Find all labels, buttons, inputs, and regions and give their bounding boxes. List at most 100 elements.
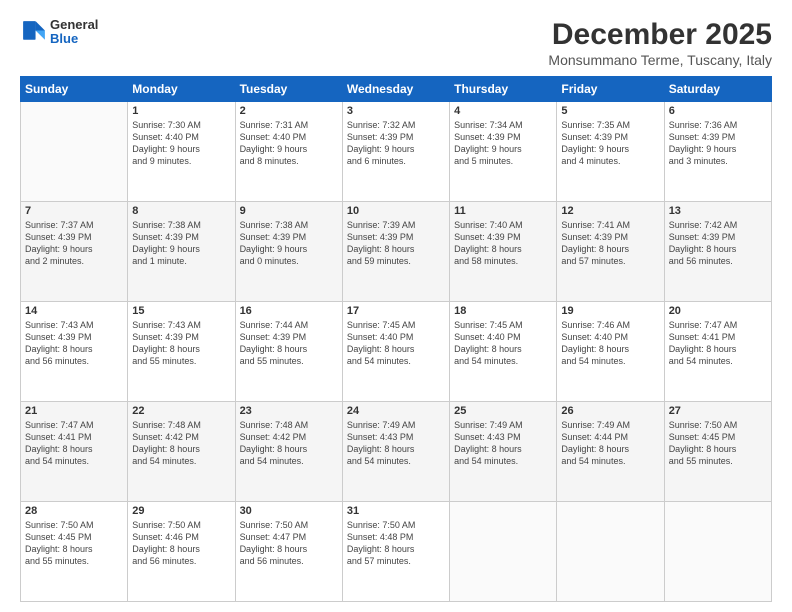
day-info: and 8 minutes.: [240, 155, 338, 167]
day-number: 17: [347, 305, 445, 317]
day-info: Daylight: 8 hours: [454, 243, 552, 255]
day-info: and 54 minutes.: [132, 455, 230, 467]
day-number: 29: [132, 505, 230, 517]
day-info: Daylight: 8 hours: [561, 443, 659, 455]
day-info: and 56 minutes.: [240, 555, 338, 567]
day-info: and 57 minutes.: [561, 255, 659, 267]
day-info: Sunset: 4:39 PM: [454, 131, 552, 143]
calendar-day-cell: 14Sunrise: 7:43 AMSunset: 4:39 PMDayligh…: [21, 302, 128, 402]
day-info: Daylight: 9 hours: [240, 143, 338, 155]
day-number: 6: [669, 105, 767, 117]
calendar-day-header: Tuesday: [235, 77, 342, 102]
day-info: and 59 minutes.: [347, 255, 445, 267]
day-info: Sunset: 4:40 PM: [132, 131, 230, 143]
day-number: 5: [561, 105, 659, 117]
day-info: Sunrise: 7:46 AM: [561, 319, 659, 331]
calendar-day-cell: 17Sunrise: 7:45 AMSunset: 4:40 PMDayligh…: [342, 302, 449, 402]
day-info: and 3 minutes.: [669, 155, 767, 167]
day-info: Daylight: 8 hours: [25, 543, 123, 555]
day-info: Daylight: 8 hours: [25, 343, 123, 355]
day-number: 24: [347, 405, 445, 417]
calendar-week-row: 1Sunrise: 7:30 AMSunset: 4:40 PMDaylight…: [21, 102, 772, 202]
day-info: Sunset: 4:39 PM: [669, 131, 767, 143]
day-number: 12: [561, 205, 659, 217]
day-info: Sunset: 4:47 PM: [240, 531, 338, 543]
day-info: and 9 minutes.: [132, 155, 230, 167]
calendar-day-cell: 8Sunrise: 7:38 AMSunset: 4:39 PMDaylight…: [128, 202, 235, 302]
day-number: 8: [132, 205, 230, 217]
day-info: Daylight: 9 hours: [669, 143, 767, 155]
day-info: Sunrise: 7:47 AM: [25, 419, 123, 431]
day-info: Daylight: 8 hours: [240, 443, 338, 455]
day-info: Daylight: 8 hours: [454, 443, 552, 455]
day-info: Sunrise: 7:32 AM: [347, 119, 445, 131]
calendar-header-row: SundayMondayTuesdayWednesdayThursdayFrid…: [21, 77, 772, 102]
calendar-day-cell: 25Sunrise: 7:49 AMSunset: 4:43 PMDayligh…: [450, 402, 557, 502]
calendar-week-row: 7Sunrise: 7:37 AMSunset: 4:39 PMDaylight…: [21, 202, 772, 302]
day-info: Sunset: 4:40 PM: [240, 131, 338, 143]
day-info: Sunrise: 7:30 AM: [132, 119, 230, 131]
day-info: Sunrise: 7:38 AM: [240, 219, 338, 231]
calendar-day-cell: 22Sunrise: 7:48 AMSunset: 4:42 PMDayligh…: [128, 402, 235, 502]
day-info: Sunset: 4:45 PM: [25, 531, 123, 543]
day-info: Sunrise: 7:50 AM: [240, 519, 338, 531]
day-info: Sunrise: 7:49 AM: [347, 419, 445, 431]
day-info: Sunrise: 7:50 AM: [347, 519, 445, 531]
day-info: Daylight: 9 hours: [561, 143, 659, 155]
calendar-day-cell: [21, 102, 128, 202]
day-info: Sunrise: 7:40 AM: [454, 219, 552, 231]
day-info: Sunrise: 7:35 AM: [561, 119, 659, 131]
day-info: Sunset: 4:44 PM: [561, 431, 659, 443]
day-number: 27: [669, 405, 767, 417]
day-info: and 54 minutes.: [454, 455, 552, 467]
calendar-day-cell: 20Sunrise: 7:47 AMSunset: 4:41 PMDayligh…: [664, 302, 771, 402]
day-info: Daylight: 8 hours: [347, 543, 445, 555]
calendar-week-row: 14Sunrise: 7:43 AMSunset: 4:39 PMDayligh…: [21, 302, 772, 402]
day-info: and 4 minutes.: [561, 155, 659, 167]
calendar-day-cell: [557, 502, 664, 602]
day-info: Daylight: 8 hours: [132, 543, 230, 555]
day-info: Sunset: 4:39 PM: [132, 331, 230, 343]
day-number: 26: [561, 405, 659, 417]
calendar-day-cell: 27Sunrise: 7:50 AMSunset: 4:45 PMDayligh…: [664, 402, 771, 502]
day-info: Sunset: 4:39 PM: [240, 231, 338, 243]
calendar-week-row: 21Sunrise: 7:47 AMSunset: 4:41 PMDayligh…: [21, 402, 772, 502]
day-info: and 55 minutes.: [669, 455, 767, 467]
day-info: Sunrise: 7:37 AM: [25, 219, 123, 231]
day-info: and 54 minutes.: [454, 355, 552, 367]
day-info: and 56 minutes.: [132, 555, 230, 567]
logo-blue: Blue: [50, 32, 98, 46]
location: Monsummano Terme, Tuscany, Italy: [548, 52, 772, 68]
day-info: Sunset: 4:39 PM: [25, 331, 123, 343]
day-info: Daylight: 8 hours: [669, 243, 767, 255]
day-info: Sunset: 4:43 PM: [347, 431, 445, 443]
day-info: Sunset: 4:39 PM: [347, 131, 445, 143]
day-info: Sunrise: 7:47 AM: [669, 319, 767, 331]
calendar-day-cell: 11Sunrise: 7:40 AMSunset: 4:39 PMDayligh…: [450, 202, 557, 302]
day-number: 28: [25, 505, 123, 517]
calendar-day-cell: [664, 502, 771, 602]
day-info: Sunset: 4:45 PM: [669, 431, 767, 443]
day-info: Sunrise: 7:45 AM: [454, 319, 552, 331]
day-info: Daylight: 9 hours: [240, 243, 338, 255]
calendar-day-header: Thursday: [450, 77, 557, 102]
day-number: 31: [347, 505, 445, 517]
day-info: Sunset: 4:40 PM: [347, 331, 445, 343]
calendar-day-header: Wednesday: [342, 77, 449, 102]
day-info: Daylight: 8 hours: [561, 343, 659, 355]
calendar-day-cell: 13Sunrise: 7:42 AMSunset: 4:39 PMDayligh…: [664, 202, 771, 302]
calendar-day-header: Sunday: [21, 77, 128, 102]
day-number: 13: [669, 205, 767, 217]
day-info: and 0 minutes.: [240, 255, 338, 267]
day-info: Sunrise: 7:31 AM: [240, 119, 338, 131]
day-info: Sunrise: 7:49 AM: [454, 419, 552, 431]
calendar-day-header: Monday: [128, 77, 235, 102]
day-info: Sunset: 4:46 PM: [132, 531, 230, 543]
day-info: Sunrise: 7:41 AM: [561, 219, 659, 231]
day-number: 30: [240, 505, 338, 517]
day-info: and 54 minutes.: [240, 455, 338, 467]
day-info: and 55 minutes.: [132, 355, 230, 367]
day-info: and 54 minutes.: [561, 455, 659, 467]
day-number: 4: [454, 105, 552, 117]
day-info: Daylight: 8 hours: [561, 243, 659, 255]
